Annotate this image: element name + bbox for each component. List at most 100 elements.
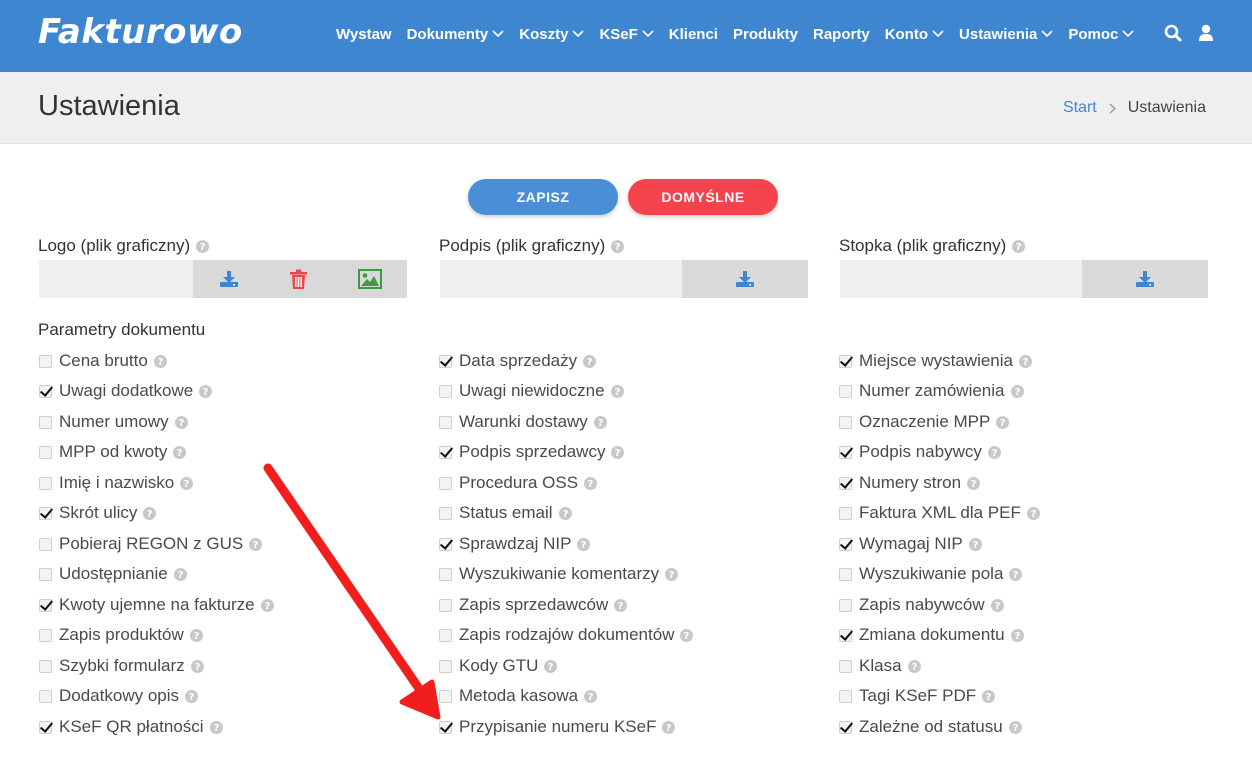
help-icon[interactable]: ? — [174, 415, 188, 429]
nav-item-raporty[interactable]: Raporty — [813, 26, 870, 43]
help-icon[interactable]: ? — [611, 239, 625, 253]
option-label[interactable]: Dodatkowy opis — [59, 686, 179, 706]
option-label[interactable]: Kody GTU — [459, 656, 538, 676]
option-label[interactable]: Tagi KSeF PDF — [859, 686, 976, 706]
help-icon[interactable]: ? — [982, 689, 996, 703]
option-checkbox[interactable] — [439, 659, 452, 673]
help-icon[interactable]: ? — [577, 537, 591, 551]
option-checkbox[interactable] — [839, 659, 852, 673]
option-checkbox[interactable] — [39, 628, 52, 642]
option-checkbox[interactable] — [39, 476, 52, 490]
help-icon[interactable]: ? — [990, 598, 1004, 612]
option-label[interactable]: Szybki formularz — [59, 656, 185, 676]
option-label[interactable]: Przypisanie numeru KSeF — [459, 717, 656, 737]
help-icon[interactable]: ? — [593, 415, 607, 429]
download-icon[interactable] — [1135, 270, 1155, 288]
logo-upload-box[interactable] — [39, 260, 407, 298]
help-icon[interactable]: ? — [249, 537, 263, 551]
help-icon[interactable]: ? — [1012, 239, 1026, 253]
help-icon[interactable]: ? — [987, 445, 1001, 459]
option-label[interactable]: Numery stron — [859, 473, 961, 493]
trash-icon[interactable] — [289, 269, 307, 289]
help-icon[interactable]: ? — [662, 720, 676, 734]
option-checkbox[interactable] — [839, 384, 852, 398]
nav-item-dokumenty[interactable]: Dokumenty — [407, 26, 505, 43]
breadcrumb-home-link[interactable]: Start — [1063, 99, 1097, 117]
help-icon[interactable]: ? — [209, 720, 223, 734]
option-checkbox[interactable] — [439, 720, 452, 734]
option-label[interactable]: Wyszukiwanie pola — [859, 564, 1003, 584]
option-checkbox[interactable] — [839, 567, 852, 581]
help-icon[interactable]: ? — [967, 476, 981, 490]
help-icon[interactable]: ? — [583, 354, 597, 368]
option-checkbox[interactable] — [839, 720, 852, 734]
option-checkbox[interactable] — [39, 384, 52, 398]
help-icon[interactable]: ? — [558, 506, 572, 520]
option-checkbox[interactable] — [439, 628, 452, 642]
help-icon[interactable]: ? — [996, 415, 1010, 429]
user-icon[interactable] — [1198, 24, 1214, 47]
option-checkbox[interactable] — [39, 598, 52, 612]
option-checkbox[interactable] — [439, 567, 452, 581]
option-checkbox[interactable] — [39, 506, 52, 520]
option-checkbox[interactable] — [839, 598, 852, 612]
nav-item-ustawienia[interactable]: Ustawienia — [959, 26, 1053, 43]
nav-item-klienci[interactable]: Klienci — [669, 26, 718, 43]
option-label[interactable]: Pobieraj REGON z GUS — [59, 534, 243, 554]
help-icon[interactable]: ? — [584, 689, 598, 703]
option-label[interactable]: Zmiana dokumentu — [859, 625, 1005, 645]
option-label[interactable]: Zapis rodzajów dokumentów — [459, 625, 674, 645]
option-label[interactable]: Warunki dostawy — [459, 412, 588, 432]
option-label[interactable]: Zapis sprzedawców — [459, 595, 608, 615]
option-label[interactable]: Sprawdzaj NIP — [459, 534, 571, 554]
option-label[interactable]: Uwagi dodatkowe — [59, 381, 193, 401]
help-icon[interactable]: ? — [173, 445, 187, 459]
option-checkbox[interactable] — [39, 659, 52, 673]
option-label[interactable]: Imię i nazwisko — [59, 473, 174, 493]
option-label[interactable]: Numer zamówienia — [859, 381, 1005, 401]
help-icon[interactable]: ? — [611, 445, 625, 459]
option-checkbox[interactable] — [439, 506, 452, 520]
help-icon[interactable]: ? — [199, 384, 213, 398]
default-button[interactable]: DOMYŚLNE — [628, 179, 778, 215]
nav-item-wystaw[interactable]: Wystaw — [336, 26, 392, 43]
option-label[interactable]: Zapis produktów — [59, 625, 184, 645]
option-checkbox[interactable] — [839, 628, 852, 642]
option-checkbox[interactable] — [839, 354, 852, 368]
brand-logo[interactable]: Fakturowo — [38, 12, 243, 52]
help-icon[interactable]: ? — [190, 659, 204, 673]
help-icon[interactable]: ? — [665, 567, 679, 581]
option-checkbox[interactable] — [839, 445, 852, 459]
option-label[interactable]: Uwagi niewidoczne — [459, 381, 605, 401]
option-label[interactable]: Oznaczenie MPP — [859, 412, 990, 432]
option-label[interactable]: Skrót ulicy — [59, 503, 137, 523]
help-icon[interactable]: ? — [907, 659, 921, 673]
help-icon[interactable]: ? — [185, 689, 199, 703]
option-checkbox[interactable] — [439, 415, 452, 429]
footer-upload-box[interactable] — [840, 260, 1208, 298]
option-label[interactable]: Zależne od statusu — [859, 717, 1003, 737]
option-checkbox[interactable] — [39, 445, 52, 459]
option-checkbox[interactable] — [439, 354, 452, 368]
option-checkbox[interactable] — [839, 689, 852, 703]
option-label[interactable]: Zapis nabywców — [859, 595, 985, 615]
help-icon[interactable]: ? — [180, 476, 194, 490]
help-icon[interactable]: ? — [1009, 567, 1023, 581]
option-label[interactable]: Miejsce wystawienia — [859, 351, 1013, 371]
help-icon[interactable]: ? — [260, 598, 274, 612]
option-label[interactable]: Numer umowy — [59, 412, 169, 432]
option-label[interactable]: MPP od kwoty — [59, 442, 167, 462]
option-checkbox[interactable] — [839, 476, 852, 490]
help-icon[interactable]: ? — [680, 628, 694, 642]
help-icon[interactable]: ? — [1026, 506, 1040, 520]
option-checkbox[interactable] — [839, 415, 852, 429]
help-icon[interactable]: ? — [610, 384, 624, 398]
option-checkbox[interactable] — [439, 537, 452, 551]
nav-item-konto[interactable]: Konto — [885, 26, 944, 43]
help-icon[interactable]: ? — [544, 659, 558, 673]
download-icon[interactable] — [735, 270, 755, 288]
option-checkbox[interactable] — [439, 384, 452, 398]
option-checkbox[interactable] — [439, 689, 452, 703]
option-label[interactable]: Status email — [459, 503, 553, 523]
nav-item-produkty[interactable]: Produkty — [733, 26, 798, 43]
